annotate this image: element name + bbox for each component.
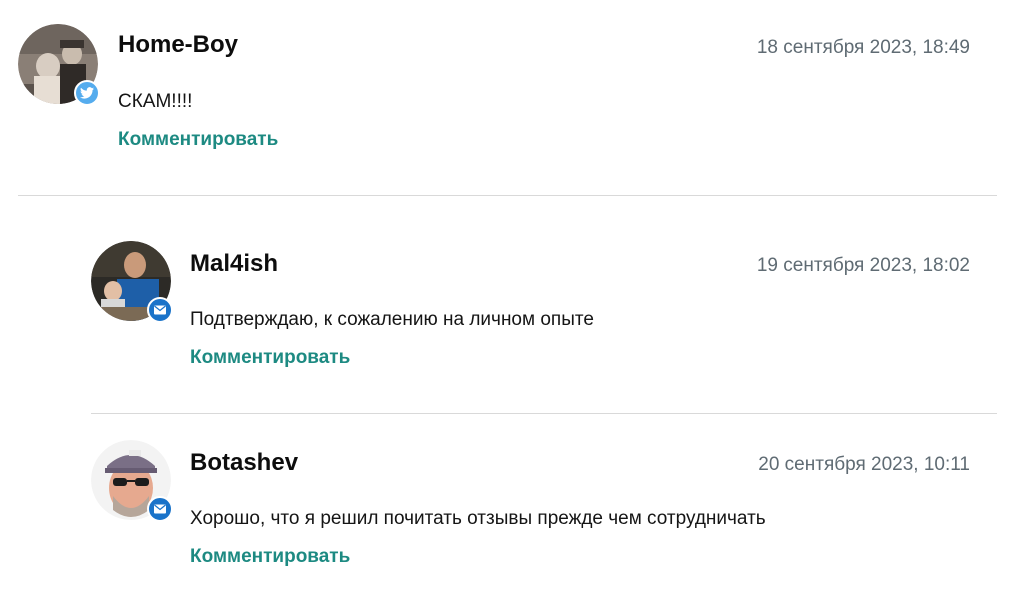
- comment-date: 19 сентября 2023, 18:02: [756, 255, 970, 276]
- comment-author: Botashev: [190, 449, 299, 476]
- mail-badge: [147, 496, 173, 522]
- divider: [18, 195, 997, 196]
- mail-icon: [154, 305, 166, 315]
- comment-3: Botashev 20 сентября 2023, 10:11 Хорошо,…: [0, 0, 1024, 567]
- comment-date: 20 сентября 2023, 10:11: [758, 454, 970, 475]
- reply-link[interactable]: Комментировать: [190, 347, 350, 369]
- avatar[interactable]: [91, 440, 173, 522]
- comment-text: Хорошо, что я решил почитать отзывы преж…: [190, 508, 766, 529]
- mail-icon: [154, 504, 166, 514]
- comment-author: Mal4ish: [190, 250, 279, 277]
- divider: [91, 413, 997, 414]
- comment-text: Подтверждаю, к сожалению на личном опыте: [190, 309, 594, 330]
- reply-link[interactable]: Комментировать: [190, 546, 350, 568]
- mail-badge: [147, 297, 173, 323]
- avatar[interactable]: [91, 241, 173, 323]
